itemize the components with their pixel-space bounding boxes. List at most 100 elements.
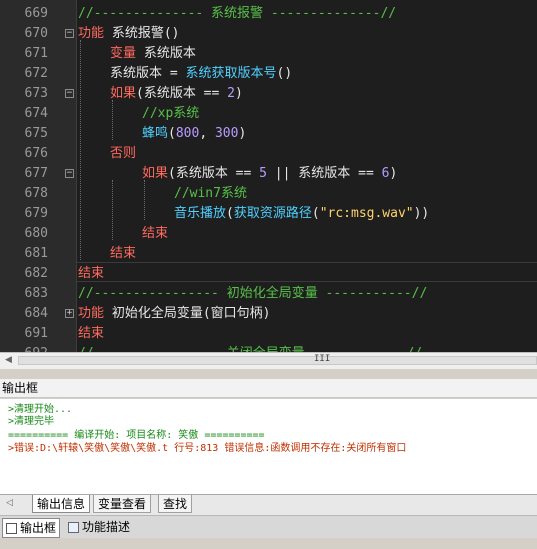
output-panel[interactable]: >清理开始... >清理完毕 ========== 编译开始: 项目名称: 笑傲… <box>0 399 537 494</box>
fold-collapse-icon[interactable]: − <box>65 169 74 178</box>
tab-output-info[interactable]: 输出信息 <box>32 495 91 513</box>
code-text: 结束 <box>110 244 136 264</box>
code-token: 5 <box>259 166 267 181</box>
output-panel-title: 输出框 <box>0 379 537 398</box>
code-token: 功能 <box>78 26 105 41</box>
code-token: 获取资源路径 <box>233 206 312 221</box>
line-number: 679 <box>24 206 48 221</box>
code-token: 结束 <box>110 246 137 261</box>
code-text: 功能 系统报警() <box>78 24 180 44</box>
code-token: //xp系统 <box>142 106 200 121</box>
line-number: 677 <box>24 166 48 181</box>
indent-guide <box>144 180 145 220</box>
bottom-tab-label: 输出框 <box>20 521 57 535</box>
line-number: 674 <box>24 106 48 121</box>
indent-guide <box>112 100 113 140</box>
code-token: 功能 <box>78 306 105 321</box>
code-token: "rc:msg.wav" <box>319 206 414 221</box>
code-token: //---------------- 初始化全局变量 -----------// <box>78 286 428 301</box>
code-text: 音乐播放(获取资源路径("rc:msg.wav")) <box>174 204 429 224</box>
code-text: 变量 系统版本 <box>110 44 196 64</box>
code-text: 蜂鸣(800, 300) <box>142 124 246 144</box>
code-token: 800 <box>175 126 200 141</box>
code-token: 否则 <box>110 146 137 161</box>
line-number: 684 <box>24 306 48 321</box>
line-number: 680 <box>24 226 48 241</box>
code-text: //win7系统 <box>174 184 247 204</box>
output-line: >清理开始... <box>8 404 73 415</box>
line-number: 682 <box>24 266 48 281</box>
code-token: 系统报警() <box>104 26 180 41</box>
scrollbar-thumb[interactable] <box>18 356 537 365</box>
line-number: 671 <box>24 46 48 61</box>
code-token: //-------------- 系统报警 --------------// <box>78 6 397 21</box>
code-text: //---------------- 初始化全局变量 -----------// <box>78 284 427 304</box>
tabs-scroll-left-icon[interactable]: ◁ <box>6 498 13 508</box>
code-token: 结束 <box>142 226 169 241</box>
code-text: 结束 <box>142 224 168 244</box>
tab-variable-watch[interactable]: 变量查看 <box>93 495 152 513</box>
code-text: //xp系统 <box>142 104 199 124</box>
code-token: 系统版本 = <box>110 66 186 81</box>
code-line[interactable]: 683 //---------------- 初始化全局变量 ----------… <box>0 284 537 304</box>
code-token: 结束 <box>78 266 105 281</box>
code-text: 系统版本 = 系统获取版本号() <box>110 64 292 84</box>
line-number: 683 <box>24 286 48 301</box>
code-line[interactable]: 684 + 功能 初始化全局变量(窗口句柄) <box>0 304 537 324</box>
line-number: 678 <box>24 186 48 201</box>
code-token: , <box>199 126 215 141</box>
code-token: 如果 <box>110 86 137 101</box>
code-token: )) <box>413 206 430 221</box>
code-token: ) <box>238 126 247 141</box>
fold-collapse-icon[interactable]: − <box>65 89 74 98</box>
bottom-tab-function-desc[interactable]: 功能描述 <box>68 518 130 536</box>
code-token: 系统获取版本号 <box>185 66 277 81</box>
code-line[interactable]: 692 // 关闭全局变量 // <box>0 344 537 352</box>
fold-collapse-icon[interactable]: − <box>65 29 74 38</box>
code-token: (系统版本 == <box>136 86 228 101</box>
line-number: 673 <box>24 86 48 101</box>
code-token: 如果 <box>142 166 169 181</box>
code-line[interactable]: 669 //-------------- 系统报警 --------------/… <box>0 4 537 24</box>
horizontal-scrollbar[interactable]: ◀ III <box>0 352 537 369</box>
code-line[interactable]: 691 结束 <box>0 324 537 344</box>
code-token: 结束 <box>78 326 105 341</box>
code-editor[interactable]: 669 //-------------- 系统报警 --------------/… <box>0 0 537 352</box>
indent-guide <box>80 40 81 260</box>
tab-find[interactable]: 查找 <box>158 495 193 513</box>
code-token: 系统版本 <box>136 46 196 61</box>
output-tabs-bar: ◁ 输出信息 变量查看 查找 <box>0 494 537 515</box>
code-text: 结束 <box>78 264 104 284</box>
code-text: 如果(系统版本 == 5 || 系统版本 == 6) <box>142 164 397 184</box>
function-desc-icon <box>68 522 79 533</box>
code-token: 2 <box>227 86 235 101</box>
code-token: //win7系统 <box>174 186 247 201</box>
bottom-panel-bar: 输出框 功能描述 <box>0 515 537 538</box>
code-token: () <box>276 66 293 81</box>
code-token: ( <box>226 206 234 221</box>
code-token: 蜂鸣 <box>142 126 169 141</box>
output-line: >清理完毕 <box>8 416 55 427</box>
code-text: //-------------- 系统报警 --------------// <box>78 4 396 24</box>
scroll-left-icon[interactable]: ◀ <box>5 355 12 365</box>
code-token: 变量 <box>110 46 137 61</box>
line-number: 670 <box>24 26 48 41</box>
code-text: // 关闭全局变量 // <box>78 344 422 352</box>
line-number: 691 <box>24 326 48 341</box>
bottom-tab-label: 功能描述 <box>82 520 131 534</box>
output-line: >错误:D:\轩辕\笑傲\笑傲\笑傲.t 行号:813 错误信息:函数调用不存在… <box>8 443 407 454</box>
code-token: ) <box>234 86 243 101</box>
indent-guide <box>112 180 113 240</box>
code-line[interactable]: 682 结束 <box>0 264 537 284</box>
fold-expand-icon[interactable]: + <box>65 309 74 318</box>
bottom-tab-output[interactable]: 输出框 <box>2 518 61 538</box>
code-token: || 系统版本 == <box>266 166 382 181</box>
scrollbar-grip: III <box>314 354 331 364</box>
line-number: 676 <box>24 146 48 161</box>
code-token: ( <box>168 126 176 141</box>
code-token: ) <box>389 166 398 181</box>
line-number: 672 <box>24 66 48 81</box>
line-number: 675 <box>24 126 48 141</box>
output-line: ========== 编译开始: 项目名称: 笑傲 ========== <box>8 430 265 441</box>
output-panel-icon <box>6 523 17 534</box>
